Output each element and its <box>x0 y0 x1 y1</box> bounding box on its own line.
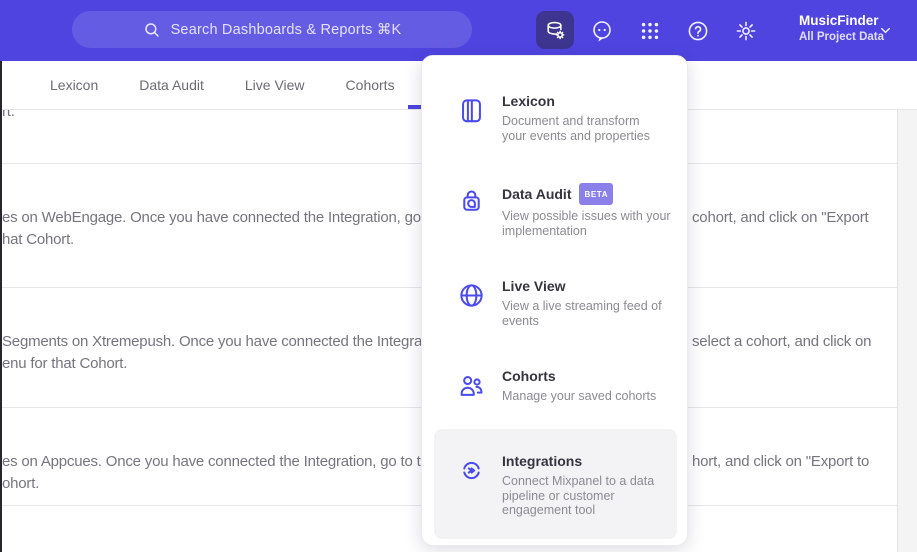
table-row-text-left: es on WebEngage. Once you have connected… <box>2 209 421 248</box>
table-row-text-right: hort, and click on "Export to <box>692 453 870 470</box>
menu-item-text: Cohorts Manage your saved cohorts <box>502 368 656 404</box>
tab-data-audit[interactable]: Data Audit <box>139 77 204 93</box>
menu-item-cohorts[interactable]: Cohorts Manage your saved cohorts <box>456 368 671 404</box>
grid-dots-icon <box>639 20 661 42</box>
beta-badge: BETA <box>579 183 614 205</box>
audit-lock-icon <box>456 185 486 215</box>
help-icon <box>686 19 710 43</box>
nav-dropdown-panel: Lexicon Document and transform your even… <box>421 55 688 546</box>
data-management-button[interactable] <box>536 11 574 49</box>
feedback-button[interactable] <box>587 16 617 46</box>
menu-item-description: View a live streaming feed of events <box>502 299 662 328</box>
table-row-text-left: Segments on Xtremepush. Once you have co… <box>2 333 423 372</box>
chat-smiley-icon <box>590 19 614 43</box>
scrollbar-track <box>897 110 917 552</box>
menu-item-description: View possible issues with your implement… <box>502 209 671 238</box>
menu-item-label: Data Audit <box>502 185 572 202</box>
settings-button[interactable] <box>731 16 761 46</box>
top-app-bar: Search Dashboards & Reports ⌘K MusicFind… <box>0 0 917 61</box>
database-gear-icon <box>544 19 567 42</box>
menu-item-label: Live View <box>502 278 566 294</box>
menu-item-integrations[interactable]: Integrations Connect Mixpanel to a data … <box>434 429 677 539</box>
book-icon <box>456 95 486 125</box>
menu-item-description: Connect Mixpanel to a data pipeline or c… <box>502 474 655 517</box>
menu-item-live-view[interactable]: Live View View a live streaming feed of … <box>456 278 671 328</box>
menu-item-text: Live View View a live streaming feed of … <box>502 278 662 328</box>
apps-grid-button[interactable] <box>635 16 665 46</box>
project-name: MusicFinder <box>799 13 879 28</box>
app-window: rt. es on WebEngage. Once you have conne… <box>0 0 917 552</box>
search-input[interactable]: Search Dashboards & Reports ⌘K <box>72 11 472 48</box>
active-tab-indicator <box>408 105 422 109</box>
globe-icon <box>456 280 486 310</box>
menu-item-text: Lexicon Document and transform your even… <box>502 93 650 143</box>
table-row-text-right: cohort, and click on "Export <box>692 209 869 226</box>
menu-item-description: Manage your saved cohorts <box>502 389 657 403</box>
tab-lexicon[interactable]: Lexicon <box>50 77 98 93</box>
menu-item-lexicon[interactable]: Lexicon Document and transform your even… <box>456 93 671 143</box>
chevron-down-icon[interactable] <box>878 23 893 38</box>
menu-item-data-audit[interactable]: Data Audit BETA View possible issues wit… <box>456 183 671 238</box>
users-icon <box>456 370 486 400</box>
project-switcher[interactable]: MusicFinder All Project Data <box>799 13 884 43</box>
gear-icon <box>734 19 758 43</box>
help-button[interactable] <box>683 16 713 46</box>
menu-item-label: Integrations <box>502 453 583 469</box>
table-row-text-left: es on Appcues. Once you have connected t… <box>2 453 423 492</box>
menu-item-text: Data Audit BETA View possible issues wit… <box>502 183 671 238</box>
tab-cohorts[interactable]: Cohorts <box>346 77 395 93</box>
tab-live-view[interactable]: Live View <box>245 77 305 93</box>
table-row-text-right: select a cohort, and click on <box>692 333 872 350</box>
window-left-edge <box>0 61 2 552</box>
search-icon <box>143 21 161 39</box>
search-placeholder: Search Dashboards & Reports ⌘K <box>170 21 402 38</box>
menu-item-label: Lexicon <box>502 93 555 109</box>
menu-item-description: Document and transform your events and p… <box>502 114 651 143</box>
menu-item-text: Integrations Connect Mixpanel to a data … <box>502 453 654 518</box>
menu-item-integrations-content: Integrations Connect Mixpanel to a data … <box>456 453 671 518</box>
project-scope: All Project Data <box>799 31 884 43</box>
sync-arrows-icon <box>456 455 486 485</box>
menu-item-label: Cohorts <box>502 368 556 384</box>
